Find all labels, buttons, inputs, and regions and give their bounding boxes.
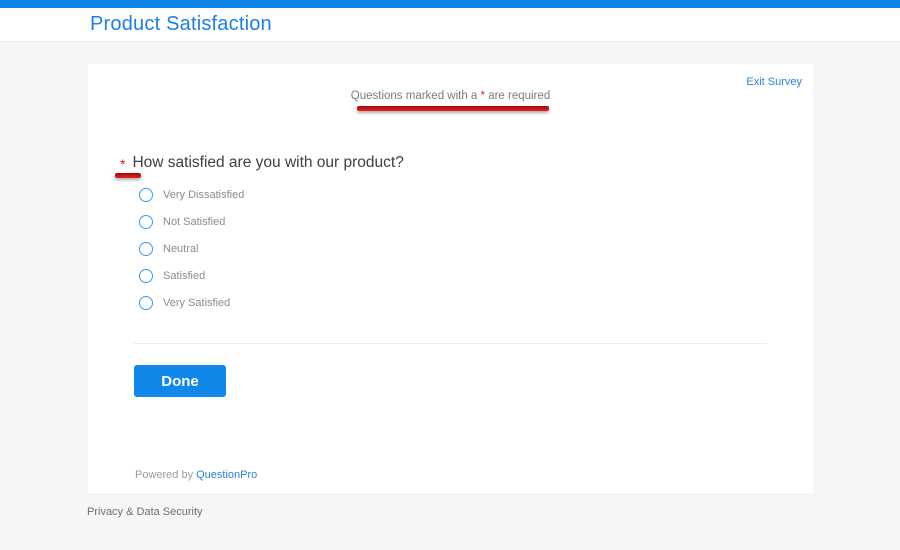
radio-option-satisfied[interactable]: Satisfied xyxy=(139,262,244,289)
required-note-suffix: are required xyxy=(485,90,551,102)
survey-card: Exit Survey Questions marked with a * ar… xyxy=(88,64,813,493)
required-note: Questions marked with a * are required xyxy=(88,90,813,102)
privacy-data-security-link[interactable]: Privacy & Data Security xyxy=(87,506,203,518)
question-required-asterisk: * xyxy=(120,156,126,172)
answer-options: Very Dissatisfied Not Satisfied Neutral … xyxy=(139,181,244,316)
powered-by-prefix: Powered by xyxy=(135,469,194,481)
radio-button-icon[interactable] xyxy=(139,214,153,229)
radio-button-icon[interactable] xyxy=(139,295,153,310)
top-accent-bar xyxy=(0,0,900,8)
radio-option-very-dissatisfied[interactable]: Very Dissatisfied xyxy=(139,181,244,208)
question-asterisk-underline-annotation xyxy=(115,173,141,178)
required-note-underline-annotation xyxy=(357,106,549,111)
page-header: Product Satisfaction xyxy=(0,8,900,42)
section-divider xyxy=(134,343,767,344)
radio-option-not-satisfied[interactable]: Not Satisfied xyxy=(139,208,244,235)
radio-button-icon[interactable] xyxy=(139,187,153,202)
required-note-prefix: Questions marked with a xyxy=(350,90,481,102)
radio-button-icon[interactable] xyxy=(139,241,153,256)
question-row: * How satisfied are you with our product… xyxy=(120,154,404,172)
option-label[interactable]: Neutral xyxy=(163,243,198,255)
radio-option-very-satisfied[interactable]: Very Satisfied xyxy=(139,289,244,316)
option-label[interactable]: Very Satisfied xyxy=(163,297,230,309)
page-title: Product Satisfaction xyxy=(90,13,272,35)
questionpro-brand-link[interactable]: QuestionPro xyxy=(196,469,257,481)
radio-button-icon[interactable] xyxy=(139,268,153,283)
option-label[interactable]: Satisfied xyxy=(163,270,205,282)
radio-option-neutral[interactable]: Neutral xyxy=(139,235,244,262)
question-text: How satisfied are you with our product? xyxy=(132,154,404,171)
done-button[interactable]: Done xyxy=(134,365,226,397)
exit-survey-link[interactable]: Exit Survey xyxy=(746,76,802,88)
option-label[interactable]: Very Dissatisfied xyxy=(163,189,244,201)
option-label[interactable]: Not Satisfied xyxy=(163,216,225,228)
powered-by: Powered by QuestionPro xyxy=(135,469,257,481)
